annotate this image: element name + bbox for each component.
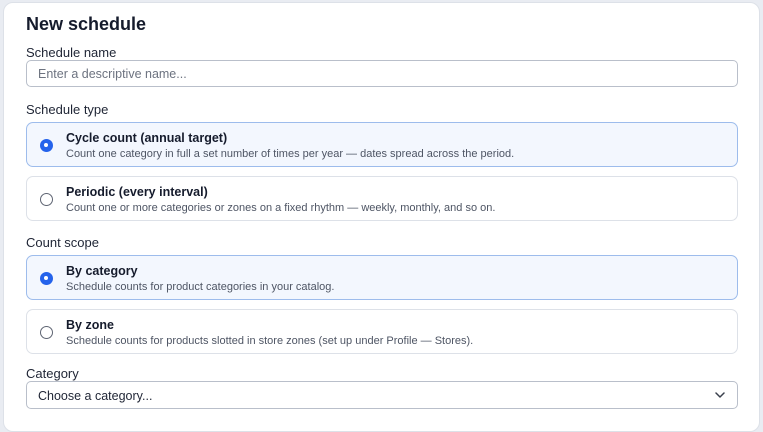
page-title: New schedule <box>26 14 147 34</box>
option-title: By category <box>66 264 138 278</box>
option-description: Schedule counts for product categories i… <box>66 281 335 293</box>
category-select[interactable]: Choose a category... <box>26 381 738 409</box>
option-title: Periodic (every interval) <box>66 185 208 199</box>
option-description: Schedule counts for products slotted in … <box>66 335 474 347</box>
option-title: Cycle count (annual target) <box>66 131 228 145</box>
option-description: Count one category in full a set number … <box>66 148 515 160</box>
option-description: Count one or more categories or zones on… <box>66 202 496 214</box>
radio-selected-icon[interactable] <box>40 139 53 152</box>
count-scope-option-zone[interactable]: By zone Schedule counts for products slo… <box>26 309 738 354</box>
radio-unselected-icon[interactable] <box>40 193 53 206</box>
option-title: By zone <box>66 318 114 332</box>
count-scope-option-category[interactable]: By category Schedule counts for product … <box>26 255 738 300</box>
schedule-name-input[interactable] <box>26 60 738 87</box>
schedule-type-option-periodic[interactable]: Periodic (every interval) Count one or m… <box>26 176 738 221</box>
schedule-type-label: Schedule type <box>26 102 109 117</box>
schedule-type-option-cycle[interactable]: Cycle count (annual target) Count one ca… <box>26 122 738 167</box>
schedule-name-label: Schedule name <box>26 45 117 60</box>
new-schedule-panel: New schedule Schedule name Schedule type… <box>3 2 760 432</box>
count-scope-label: Count scope <box>26 235 99 250</box>
radio-unselected-icon[interactable] <box>40 326 53 339</box>
radio-selected-icon[interactable] <box>40 272 53 285</box>
category-label: Category <box>26 366 79 381</box>
category-select-value: Choose a category... <box>38 389 153 403</box>
chevron-down-icon <box>715 392 725 398</box>
